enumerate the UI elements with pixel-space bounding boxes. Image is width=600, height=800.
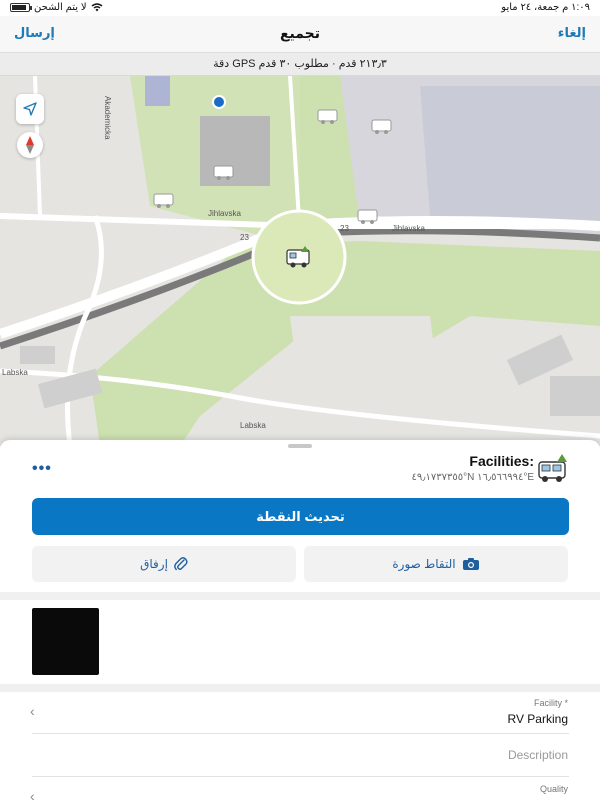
street-label: Akademicka [103, 96, 112, 140]
camera-icon [462, 558, 479, 570]
navigation-bar: إرسال تجميع إلغاء [0, 16, 600, 52]
feature-coordinates: ٤٩٫١٧٣٧٣٥٥°N ١٦٫٥٦٦٩٩٤°E [411, 472, 534, 483]
update-point-button[interactable]: تحديث النقطة [32, 498, 569, 535]
street-label: Labska [2, 368, 28, 377]
road-number-label: 23 [340, 224, 349, 233]
compass-icon [26, 136, 34, 154]
field-divider [32, 733, 569, 734]
rv-poi-icon [153, 193, 174, 208]
facility-field-label: Facility * [533, 698, 568, 708]
section-divider [0, 684, 600, 692]
compass-button[interactable] [17, 132, 43, 158]
road-number-label: 23 [240, 233, 249, 242]
facility-field-value[interactable]: RV Parking [508, 712, 568, 726]
street-label: Jihlavska [208, 209, 241, 218]
page-title: تجميع [279, 25, 320, 41]
charging-status: لا يتم الشحن [34, 2, 87, 13]
paperclip-icon [174, 557, 188, 571]
more-options-button[interactable]: ••• [32, 460, 52, 478]
rv-marker-icon[interactable] [285, 244, 313, 270]
chevron-left-icon[interactable]: ‹ [30, 703, 35, 719]
rv-poi-icon [357, 209, 378, 224]
location-arrow-icon [23, 102, 37, 116]
rv-poi-icon [213, 165, 234, 180]
attach-label: إرفاق [140, 557, 168, 571]
status-bar: لا يتم الشحن ١:٠٩ م جمعة، ٢٤ مايو [0, 0, 600, 16]
quality-field-label: Quality [539, 784, 568, 794]
status-left: لا يتم الشحن [10, 2, 103, 13]
locate-button[interactable] [16, 94, 44, 124]
feature-title: Facilities: [469, 453, 534, 469]
section-divider [0, 592, 600, 600]
street-label: Labska [240, 421, 266, 430]
description-field[interactable]: Description [508, 748, 568, 762]
rv-poi-icon [317, 109, 338, 124]
field-divider [32, 776, 569, 777]
gps-accuracy-bar: دقة GPS ‏٢١٣٫٣ قدم · مطلوب ٣٠ قدم [0, 52, 600, 76]
cancel-button[interactable]: إلغاء [558, 25, 586, 41]
sheet-grabber[interactable] [288, 444, 312, 448]
wifi-icon [91, 3, 103, 12]
chevron-left-icon[interactable]: ‹ [30, 788, 35, 800]
status-time: ١:٠٩ م جمعة، ٢٤ مايو [501, 2, 590, 13]
attachment-thumbnail[interactable] [32, 608, 99, 675]
take-photo-button[interactable]: التقاط صورة [304, 546, 568, 582]
battery-icon [10, 3, 32, 12]
take-photo-label: التقاط صورة [392, 557, 456, 571]
map-view[interactable]: Jihlavska Jihlavska Labska Labska Akadem… [0, 76, 600, 446]
attach-button[interactable]: إرفاق [32, 546, 296, 582]
rv-poi-icon [371, 119, 392, 134]
feature-sheet: ••• Facilities: ٤٩٫١٧٣٧٣٥٥°N ١٦٫٥٦٦٩٩٤°E… [0, 440, 600, 800]
rv-icon [538, 454, 567, 482]
street-label: Jihlavska [392, 224, 425, 233]
